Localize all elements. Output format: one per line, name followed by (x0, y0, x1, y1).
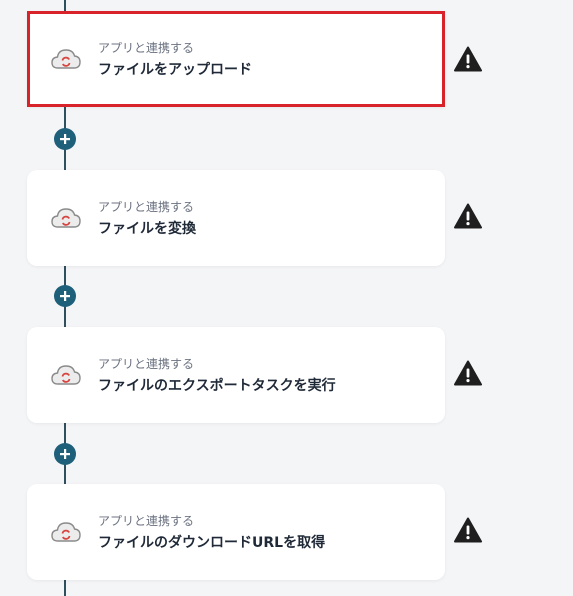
add-step-button[interactable] (54, 443, 76, 465)
step-card-export-task[interactable]: アプリと連携する ファイルのエクスポートタスクを実行 (27, 327, 445, 423)
plus-icon (60, 134, 70, 144)
cloud-convert-icon (51, 365, 81, 385)
step-title: ファイルを変換 (98, 221, 196, 237)
step-subtitle: アプリと連携する (98, 514, 195, 528)
add-step-button[interactable] (54, 285, 76, 307)
step-subtitle: アプリと連携する (98, 200, 195, 214)
warning-icon (454, 360, 482, 386)
step-subtitle: アプリと連携する (98, 41, 195, 55)
step-card-upload-file[interactable]: アプリと連携する ファイルをアップロード (27, 11, 445, 107)
step-card-get-download-url[interactable]: アプリと連携する ファイルのダウンロードURLを取得 (27, 484, 445, 580)
step-subtitle: アプリと連携する (98, 357, 195, 371)
step-title: ファイルをアップロード (98, 62, 252, 78)
step-title: ファイルのダウンロードURLを取得 (98, 535, 326, 551)
warning-icon (454, 517, 482, 543)
cloud-convert-icon (51, 522, 81, 542)
add-step-button[interactable] (54, 128, 76, 150)
plus-icon (60, 449, 70, 459)
cloud-convert-icon (51, 49, 81, 69)
warning-icon (454, 203, 482, 229)
cloud-convert-icon (51, 208, 81, 228)
warning-icon (454, 46, 482, 72)
step-title: ファイルのエクスポートタスクを実行 (98, 378, 336, 394)
step-card-convert-file[interactable]: アプリと連携する ファイルを変換 (27, 170, 445, 266)
plus-icon (60, 291, 70, 301)
